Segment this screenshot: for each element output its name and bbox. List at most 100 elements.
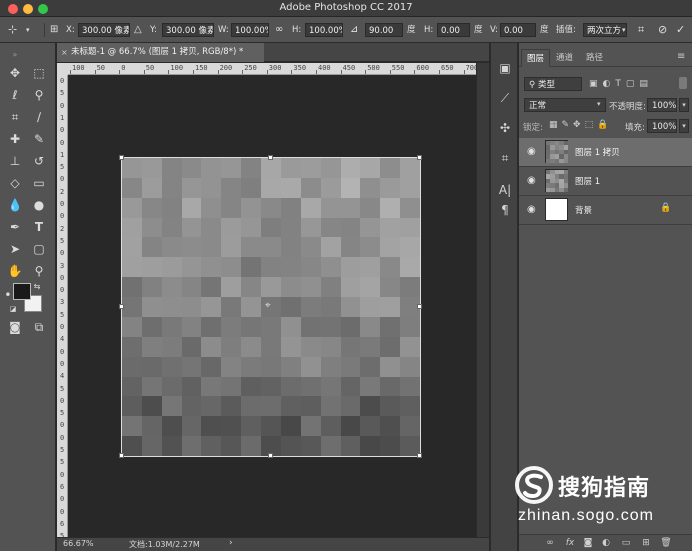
layer-style-icon[interactable]: fx (564, 537, 576, 549)
v-skew-field[interactable]: 0.00 (500, 23, 536, 37)
x-position-field[interactable]: 300.00 像素 (78, 23, 130, 37)
ruler-origin[interactable] (57, 63, 68, 75)
blur-tool-icon[interactable]: 💧 (4, 195, 26, 215)
screen-mode-icon[interactable]: ⧉ (28, 317, 50, 337)
angle-unit: 度 (407, 25, 416, 35)
layer-row[interactable]: ◉ 图层 1 (519, 167, 692, 196)
relative-position-icon[interactable]: △ (134, 22, 142, 38)
height-field[interactable]: 100.00% (305, 23, 343, 37)
add-mask-icon[interactable]: ◙ (582, 537, 594, 549)
rectangle-tool-icon[interactable]: ▢ (28, 239, 50, 259)
link-icon[interactable]: ∞ (275, 22, 283, 38)
default-colors-icon[interactable]: ◪ (8, 299, 18, 319)
delete-layer-icon[interactable]: 🗑 (660, 537, 672, 549)
height-label: H: (292, 25, 302, 35)
layer-filter-icons[interactable]: ▣◐T▢▤ (589, 79, 653, 89)
close-tab-icon[interactable]: × (61, 43, 68, 62)
new-layer-icon[interactable]: ⊞ (640, 537, 652, 549)
tab-paths[interactable]: 路径 (581, 49, 608, 67)
foreground-color-swatch[interactable] (13, 283, 31, 300)
path-selection-tool-icon[interactable]: ➤ (4, 239, 26, 259)
visibility-eye-icon[interactable]: ◉ (527, 146, 536, 157)
layer-name[interactable]: 背景 (575, 204, 592, 216)
paragraph-icon[interactable]: ¶ (496, 201, 514, 219)
warp-icon[interactable]: ⌗ (638, 22, 644, 38)
layer-filter-select[interactable]: ⚲ 类型 (524, 77, 582, 91)
rotate-angle-field[interactable]: 90.00 (365, 23, 403, 37)
document-image[interactable] (122, 158, 420, 456)
y-position-field[interactable]: 300.00 像素 (162, 23, 214, 37)
v-skew-label: V: (490, 25, 498, 35)
ruler-tick-label: 0 (60, 175, 65, 184)
reference-point-icon[interactable]: ⊞ (50, 22, 58, 38)
visibility-eye-icon[interactable]: ◉ (527, 204, 536, 215)
chevron-down-icon[interactable]: ▾ (679, 98, 689, 112)
filter-toggle[interactable] (679, 77, 687, 89)
document-tab[interactable]: × 未标题-1 @ 66.7% (图层 1 拷贝, RGB/8*) * (57, 43, 264, 62)
blend-mode-select[interactable]: 正常 (524, 98, 606, 112)
libraries-icon[interactable]: ▣ (496, 59, 514, 77)
ruler-tick-label: 5 (60, 458, 65, 467)
ruler-tick-label: 5 (60, 409, 65, 418)
new-group-icon[interactable]: ▭ (620, 537, 632, 549)
interpolation-select[interactable]: 两次立方 (583, 23, 627, 37)
ruler-tick-label: 0 (60, 138, 65, 147)
toolbox: » ✥ ⬚ ℓ ⚲ ⌗ ∕ ✚ ✎ ⊥ ↺ ◇ ▭ 💧 ● ✒ T ➤ ▢ ✋ … (0, 43, 56, 551)
horizontal-ruler[interactable]: 100 50 0 50 100 150 200 250 300 350 400 450 500 550 60… (68, 63, 478, 75)
panel-icon-strip: ▣ ⟋ ✣ ⌗ A| ¶ (490, 43, 518, 551)
tool-preset-dropdown-icon[interactable]: ▾ (26, 22, 30, 38)
adjustment-layer-icon[interactable]: ◐ (600, 537, 612, 549)
ruler-tick-label: 5 (60, 163, 65, 172)
adjustments-icon[interactable]: ⟋ (496, 89, 514, 107)
ruler-tick-label: 50 (145, 64, 155, 72)
chevron-down-icon: ▾ (597, 100, 601, 108)
quick-mask-icon[interactable]: ◙ (4, 317, 26, 337)
ruler-tick-label: 3 (60, 298, 65, 307)
properties-icon[interactable]: ✣ (496, 119, 514, 137)
healing-brush-tool-icon[interactable]: ✚ (4, 129, 26, 149)
vertical-scrollbar[interactable] (476, 63, 489, 537)
cancel-transform-icon[interactable]: ⊘ (658, 22, 667, 38)
lock-options-icons[interactable]: ▦✎✥⬚🔒 (549, 120, 612, 130)
ruler-tick-label: 6 (60, 519, 65, 528)
magic-wand-tool-icon[interactable]: ⚲ (28, 85, 50, 105)
visibility-eye-icon[interactable]: ◉ (527, 175, 536, 186)
panel-menu-icon[interactable]: ≡ (677, 51, 685, 62)
h-skew-field[interactable]: 0.00 (437, 23, 470, 37)
type-tool-icon[interactable]: T (28, 217, 50, 237)
character-icon[interactable]: A| (496, 181, 514, 199)
layer-row[interactable]: ◉ 背景 🔒 (519, 196, 692, 225)
history-brush-tool-icon[interactable]: ↺ (28, 151, 50, 171)
layer-row[interactable]: ◉ 图层 1 拷贝 (519, 138, 692, 167)
eyedropper-tool-icon[interactable]: ∕ (28, 107, 50, 127)
lasso-tool-icon[interactable]: ℓ (4, 85, 26, 105)
link-layers-icon[interactable]: ∞ (544, 537, 556, 549)
status-menu-chevron-icon[interactable]: › (229, 538, 233, 548)
clone-stamp-tool-icon[interactable]: ⊥ (4, 151, 26, 171)
layer-name[interactable]: 图层 1 拷贝 (575, 146, 620, 158)
vertical-ruler[interactable]: 05010015020025030035040045050055060065 (57, 75, 68, 540)
crop-tool-icon[interactable]: ⌗ (4, 107, 26, 127)
dodge-tool-icon[interactable]: ● (28, 195, 50, 215)
pen-tool-icon[interactable]: ✒ (4, 217, 26, 237)
zoom-level[interactable]: 66.67% (63, 539, 94, 548)
gradient-tool-icon[interactable]: ▭ (28, 173, 50, 193)
tab-channels[interactable]: 通道 (551, 49, 578, 67)
width-field[interactable]: 100.00% (231, 23, 269, 37)
hand-tool-icon[interactable]: ✋ (4, 261, 26, 281)
chevron-down-icon[interactable]: ▾ (679, 119, 689, 133)
opacity-field[interactable]: 100% (647, 98, 677, 112)
ruler-tick-label: 0 (60, 421, 65, 430)
swap-colors-icon[interactable]: ⇆ (32, 277, 42, 297)
toolbox-collapse-icon[interactable]: » (4, 45, 26, 65)
layer-name[interactable]: 图层 1 (575, 175, 600, 187)
eraser-tool-icon[interactable]: ◇ (4, 173, 26, 193)
brush-tool-icon[interactable]: ✎ (28, 129, 50, 149)
tab-layers[interactable]: 图层 (521, 49, 551, 67)
marquee-tool-icon[interactable]: ⬚ (28, 63, 50, 83)
commit-transform-icon[interactable]: ✓ (676, 22, 685, 38)
crop-panel-icon[interactable]: ⌗ (496, 149, 514, 167)
fill-field[interactable]: 100% (647, 119, 677, 133)
transform-tool-icon[interactable]: ⊹ (8, 22, 17, 38)
move-tool-icon[interactable]: ✥ (4, 63, 26, 83)
